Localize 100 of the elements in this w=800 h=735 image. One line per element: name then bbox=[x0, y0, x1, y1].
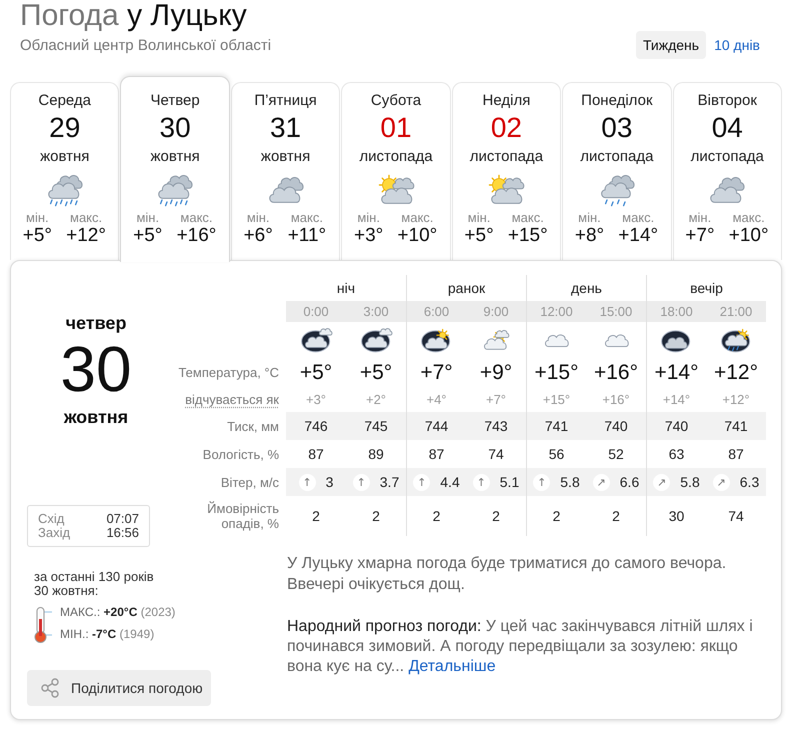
max-temperature: +15° bbox=[508, 225, 548, 247]
range-tab[interactable]: Тиждень bbox=[636, 31, 706, 59]
period-header: ранок bbox=[448, 278, 486, 298]
max-label: макс. bbox=[512, 210, 544, 225]
date-number: 29 bbox=[49, 113, 80, 143]
detail-month: жовтня bbox=[64, 406, 128, 428]
temperature-value: +12° bbox=[712, 360, 760, 386]
hour-label: 9:00 bbox=[482, 302, 510, 321]
hour-label: 3:00 bbox=[362, 302, 390, 321]
humidity-value: 52 bbox=[607, 444, 625, 464]
forecast-summary: У Луцьку хмарна погода буде триматися до самого вечора. Ввечері очікується дощ. bbox=[287, 554, 728, 595]
temperature-value: +5° bbox=[298, 360, 334, 386]
share-button[interactable]: Поділитися погодою bbox=[27, 670, 211, 706]
pressure-value: 746 bbox=[303, 416, 329, 436]
precipitation-value: 74 bbox=[727, 506, 745, 526]
max-label: макс. bbox=[180, 210, 213, 225]
temperature-value: +7° bbox=[406, 357, 466, 388]
max-temperature: +11° bbox=[288, 225, 326, 247]
min-temperature: +3° bbox=[354, 225, 384, 247]
day-tab[interactable]: Вівторок 04 листопада мін. макс. +7° +10° bbox=[672, 82, 782, 260]
hour-label: 15:00 bbox=[598, 302, 634, 321]
row-label: Вологість, % bbox=[202, 446, 279, 462]
hour-label: 6:00 bbox=[406, 301, 466, 322]
pressure-value: 743 bbox=[483, 416, 509, 436]
month-label: листопада bbox=[580, 147, 654, 167]
weekday-label: Понеділок bbox=[581, 91, 653, 111]
date-number: 01 bbox=[380, 113, 412, 143]
day-tab[interactable]: Неділя 02 листопада мін. макс. +5° +15° bbox=[452, 82, 562, 260]
hour-label: 18:00 bbox=[646, 301, 706, 322]
min-label: мін. bbox=[246, 210, 270, 225]
precipitation-value: 2 bbox=[611, 506, 621, 526]
min-label: мін. bbox=[136, 210, 160, 225]
temperature-value: +9° bbox=[478, 360, 514, 386]
share-icon bbox=[41, 678, 59, 698]
min-label: мін. bbox=[578, 210, 601, 225]
min-label: мін. bbox=[357, 210, 380, 225]
date-number: 03 bbox=[601, 113, 632, 143]
weekday-label: П’ятниця bbox=[254, 91, 317, 111]
temperature-value: +16° bbox=[592, 360, 640, 386]
feels-like-label[interactable]: відчувається як bbox=[185, 392, 279, 407]
min-label: мін. bbox=[688, 210, 712, 225]
date-number: 31 bbox=[270, 113, 302, 143]
wind-speed: 5.8 bbox=[560, 472, 580, 492]
pressure-value: 740 bbox=[646, 412, 706, 440]
temperature-value: +5° bbox=[358, 360, 394, 386]
month-label: жовтня bbox=[150, 147, 200, 167]
day-tab[interactable]: Четвер 30 жовтня мін. макс. +5° +16° bbox=[120, 76, 230, 262]
wind-speed: 6.6 bbox=[620, 472, 640, 492]
feels-like-value: +3° bbox=[304, 390, 328, 409]
max-label: макс. bbox=[401, 210, 434, 225]
wind-speed: 3 bbox=[326, 472, 334, 492]
page-subtitle: Обласний центр Волинської області bbox=[20, 36, 272, 56]
record-line: МАКС.: +20°C (2023) bbox=[60, 604, 176, 621]
sun-event-label: Захід bbox=[38, 526, 70, 540]
hour-label: 21:00 bbox=[718, 302, 754, 321]
month-label: листопада bbox=[359, 147, 433, 167]
min-temperature: +6° bbox=[244, 225, 273, 247]
max-temperature: +10° bbox=[397, 225, 438, 247]
day-tab[interactable]: Субота 01 листопада мін. макс. +3° +10° bbox=[341, 82, 451, 260]
range-tab[interactable]: 10 днів bbox=[707, 31, 767, 59]
records-title: за останні 130 років 30 жовтня: bbox=[34, 570, 155, 598]
precipitation-value: 30 bbox=[646, 496, 706, 536]
weekday-label: Субота bbox=[370, 91, 422, 111]
min-label: мін. bbox=[26, 210, 49, 225]
precipitation-value: 2 bbox=[311, 506, 321, 526]
precipitation-value: 2 bbox=[491, 506, 501, 526]
hour-label: 12:00 bbox=[526, 301, 586, 322]
sun-event-time: 16:56 bbox=[106, 526, 139, 540]
pressure-value: 744 bbox=[406, 412, 466, 440]
month-label: жовтня bbox=[40, 147, 90, 167]
record-line: МІН.: -7°C (1949) bbox=[60, 626, 156, 643]
day-tab[interactable]: Понеділок 03 листопада мін. макс. +8° +14° bbox=[562, 82, 672, 260]
thermometer-icon bbox=[33, 607, 53, 643]
max-temperature: +12° bbox=[66, 225, 106, 247]
weekday-label: Неділя bbox=[482, 91, 530, 111]
max-label: макс. bbox=[70, 210, 102, 225]
min-temperature: +7° bbox=[685, 225, 715, 247]
pressure-value: 741 bbox=[723, 416, 749, 436]
day-tab[interactable]: Середа 29 жовтня мін. макс. +5° +12° bbox=[10, 82, 120, 260]
weekday-label: Вівторок bbox=[698, 91, 757, 111]
min-label: мін. bbox=[468, 210, 490, 225]
month-label: листопада bbox=[470, 147, 544, 167]
period-header: день bbox=[571, 278, 602, 298]
pressure-value: 745 bbox=[363, 416, 389, 436]
details-link[interactable]: Детальніше bbox=[408, 658, 496, 675]
detail-date: 30 bbox=[60, 337, 132, 401]
humidity-value: 89 bbox=[367, 444, 385, 464]
feels-like-value: +16° bbox=[601, 390, 631, 409]
max-label: макс. bbox=[290, 210, 323, 225]
feels-like-value: +2° bbox=[364, 390, 388, 409]
wind-speed: 5.1 bbox=[500, 472, 520, 492]
pressure-value: 741 bbox=[526, 412, 586, 440]
date-number: 30 bbox=[160, 113, 191, 143]
wind-speed: 4.4 bbox=[440, 472, 460, 492]
humidity-value: 74 bbox=[487, 444, 505, 464]
folk-forecast-text: Народний прогноз погоди: У цей час закінчувався літній шлях і починався зимовий. А погоду передвіщали за зозулею: якщо вона кує на су... Детальніше bbox=[287, 617, 754, 677]
period-header: вечір bbox=[690, 278, 723, 298]
page-title: Погода у Луцьку bbox=[20, 0, 248, 32]
day-tab[interactable]: П’ятниця 31 жовтня мін. макс. +6° +11° bbox=[230, 82, 340, 260]
row-label: Вітер, м/с bbox=[220, 474, 279, 490]
